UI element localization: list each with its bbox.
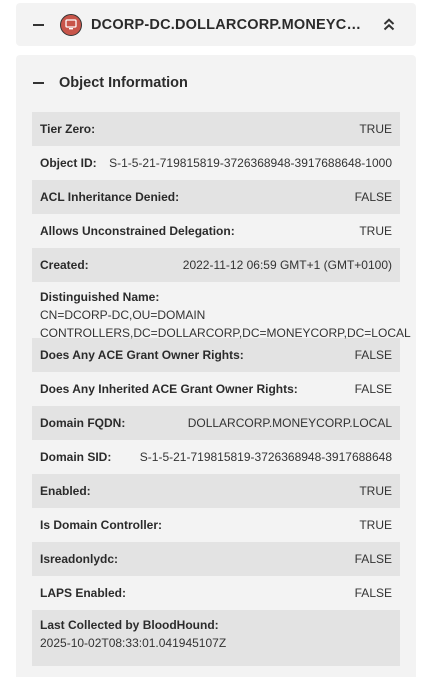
property-label: Does Any Inherited ACE Grant Owner Right… (40, 382, 298, 396)
collapse-section-button[interactable] (16, 55, 60, 111)
double-chevron-up-icon (383, 18, 395, 31)
property-row: Last Collected by BloodHound: 2025-10-02… (32, 610, 400, 666)
property-label: Is Domain Controller: (40, 518, 163, 532)
node-header: DCORP-DC.DOLLARCORP.MONEYCORP.L... (16, 3, 416, 46)
property-row: Distinguished Name: CN=DCORP-DC,OU=DOMAI… (32, 282, 411, 340)
property-row: Does Any ACE Grant Owner Rights: FALSE (32, 338, 400, 372)
property-list: Tier Zero: TRUE Object ID: S-1-5-21-7198… (32, 112, 411, 666)
property-row: Tier Zero: TRUE (32, 112, 400, 146)
property-label: ACL Inheritance Denied: (40, 190, 180, 204)
property-label: Isreadonlydc: (40, 552, 119, 566)
property-value: FALSE (354, 348, 392, 362)
minus-icon (32, 23, 44, 26)
property-value: TRUE (359, 484, 392, 498)
property-row: Created: 2022-11-12 06:59 GMT+1 (GMT+010… (32, 248, 400, 282)
property-row: LAPS Enabled: FALSE (32, 576, 400, 610)
property-value: S-1-5-21-719815819-3726368948-3917688648… (109, 156, 392, 170)
minus-icon (32, 82, 44, 84)
property-row: Is Domain Controller: TRUE (32, 508, 400, 542)
node-title: DCORP-DC.DOLLARCORP.MONEYCORP.L... (91, 16, 367, 33)
property-value: FALSE (354, 552, 392, 566)
object-information-section: Object Information Tier Zero: TRUE Objec… (16, 55, 416, 677)
property-value: CN=DCORP-DC,OU=DOMAIN CONTROLLERS,DC=DOL… (40, 308, 411, 340)
property-label: Enabled: (40, 484, 91, 498)
computer-icon (60, 13, 82, 36)
collapse-node-button[interactable] (16, 3, 60, 46)
property-value: 2022-11-12 06:59 GMT+1 (GMT+0100) (182, 258, 392, 272)
property-label: Last Collected by BloodHound: (40, 618, 219, 632)
property-row: Domain SID: S-1-5-21-719815819-372636894… (32, 440, 400, 474)
property-row: Allows Unconstrained Delegation: TRUE (32, 214, 400, 248)
property-value: DOLLARCORP.MONEYCORP.LOCAL (187, 416, 392, 430)
property-label: Created: (40, 258, 89, 272)
property-value: TRUE (359, 518, 392, 532)
property-row: Object ID: S-1-5-21-719815819-3726368948… (32, 146, 400, 180)
section-header[interactable]: Object Information (16, 55, 416, 111)
collapse-all-button[interactable] (379, 15, 399, 35)
property-value: S-1-5-21-719815819-3726368948-3917688648 (139, 450, 392, 464)
property-row: ACL Inheritance Denied: FALSE (32, 180, 400, 214)
property-row: Does Any Inherited ACE Grant Owner Right… (32, 372, 400, 406)
section-title: Object Information (59, 75, 188, 91)
property-label: Tier Zero: (40, 122, 96, 136)
property-value: TRUE (359, 224, 392, 238)
property-value: FALSE (354, 382, 392, 396)
property-label: Does Any ACE Grant Owner Rights: (40, 348, 244, 362)
property-label: Allows Unconstrained Delegation: (40, 224, 235, 238)
property-label: Domain SID: (40, 450, 112, 464)
property-row: Isreadonlydc: FALSE (32, 542, 400, 576)
property-row: Domain FQDN: DOLLARCORP.MONEYCORP.LOCAL (32, 406, 400, 440)
property-label: Distinguished Name: (40, 290, 160, 304)
property-label: LAPS Enabled: (40, 586, 127, 600)
property-label: Domain FQDN: (40, 416, 126, 430)
property-value: FALSE (354, 190, 392, 204)
property-value: FALSE (354, 586, 392, 600)
property-value: TRUE (359, 122, 392, 136)
property-value: 2025-10-02T08:33:01.041945107Z (40, 636, 227, 650)
property-row: Enabled: TRUE (32, 474, 400, 508)
property-label: Object ID: (40, 156, 97, 170)
